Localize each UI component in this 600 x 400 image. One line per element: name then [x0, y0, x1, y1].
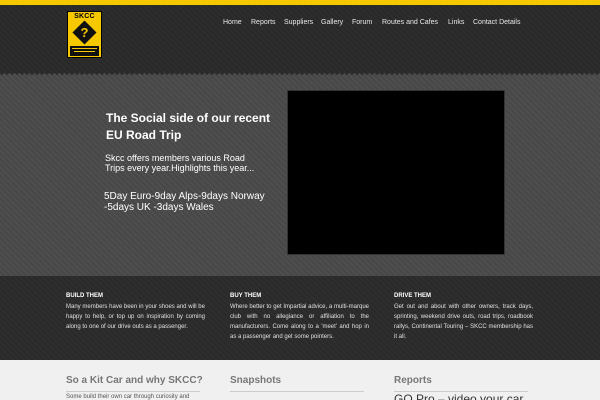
snapshots-heading: Snapshots [230, 375, 282, 386]
feature-heading: DRIVE THEM [394, 293, 432, 299]
feature-text: Where better to get Impartial advice, a … [230, 304, 369, 340]
feature-heading: BUILD THEM [66, 293, 103, 299]
hero-edge-divider [0, 73, 600, 76]
report-link[interactable]: GO Pro – video your car [394, 392, 523, 400]
reports-heading: Reports [394, 375, 432, 386]
nav-item-forum[interactable]: Forum [352, 19, 372, 26]
lower-section: So a Kit Car and why SKCC? Some build th… [0, 360, 600, 400]
site-header: SKCC ? Home Reports Suppliers Gallery Fo… [0, 5, 600, 73]
kit-car-heading: So a Kit Car and why SKCC? [66, 375, 203, 386]
divider [230, 391, 364, 392]
feature-heading: BUY THEM [230, 293, 262, 299]
hero-trips-list: 5Day Euro-9day Alps-9days Norway -5days … [104, 191, 265, 213]
divider [66, 391, 200, 392]
feature-buy-them: BUY THEM Where better to get Impartial a… [230, 293, 369, 342]
feature-text: Many members have been in your shoes and… [66, 304, 205, 330]
hero-section: The Social side of our recent EU Road Tr… [0, 73, 600, 284]
feature-build-them: BUILD THEM Many members have been in you… [66, 293, 205, 332]
nav-item-suppliers[interactable]: Suppliers [284, 19, 313, 26]
features-section: BUILD THEM Many members have been in you… [0, 276, 600, 360]
feature-drive-them: DRIVE THEM Get out and about with other … [394, 293, 533, 342]
main-nav: Home Reports Suppliers Gallery Forum Rou… [0, 19, 600, 33]
nav-item-home[interactable]: Home [223, 19, 242, 26]
nav-item-routes-and-cafes[interactable]: Routes and Cafes [382, 19, 438, 26]
feature-text: Get out and about with other owners, tra… [394, 304, 533, 340]
logo-banner [70, 46, 99, 56]
video-player[interactable] [287, 90, 505, 255]
nav-item-reports[interactable]: Reports [251, 19, 276, 26]
nav-item-links[interactable]: Links [448, 19, 464, 26]
hero-title: The Social side of our recent EU Road Tr… [106, 111, 271, 142]
hero-description: Skcc offers members various Road Trips e… [105, 153, 255, 173]
nav-item-gallery[interactable]: Gallery [321, 19, 343, 26]
kit-car-intro-text: Some build their own car through curiosi… [66, 394, 190, 400]
nav-item-contact-details[interactable]: Contact Details [473, 19, 520, 26]
